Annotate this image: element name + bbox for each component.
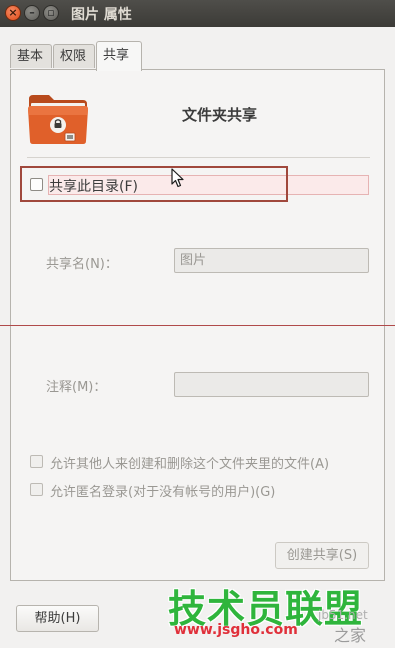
tab-basic[interactable]: 基本 [10,44,52,68]
watermark-partial-site: jb51.net [318,608,368,622]
allow-others-checkbox[interactable] [30,455,43,468]
watermark-partial-home: 之家 [334,626,367,645]
help-button[interactable]: 帮助(H) [16,605,99,632]
window-title: 图片 属性 [71,7,132,23]
allow-guest-label: 允许匿名登录(对于没有帐号的用户)(G) [50,485,276,500]
create-share-button[interactable]: 创建共享(S) [275,542,369,569]
folder-share-icon [28,95,88,144]
share-name-field[interactable]: 图片 [174,248,369,273]
maximize-window-button[interactable]: ▫ [43,5,59,21]
share-name-label: 共享名(N)： [46,257,118,272]
comment-label: 注释(M)： [46,380,107,395]
tab-permissions[interactable]: 权限 [53,44,95,68]
title-bar: × – ▫ 图片 属性 [0,0,395,27]
allow-others-label: 允许其他人来创建和删除这个文件夹里的文件(A) [50,457,330,472]
close-window-button[interactable]: × [5,5,21,21]
tab-share[interactable]: 共享 [96,41,142,71]
folder-sharing-heading: 文件夹共享 [182,106,258,124]
mouse-cursor-icon [171,168,184,188]
watermark: 技术员联盟 jb51.net www.jsgho.com 之家 [162,578,395,648]
allow-guest-checkbox[interactable] [30,483,43,496]
share-folder-checkbox[interactable] [30,178,43,191]
comment-field[interactable] [174,372,369,397]
annotation-divider-line [0,325,395,326]
watermark-url: www.jsgho.com [174,622,298,638]
heading-separator [27,157,370,158]
minimize-window-button[interactable]: – [24,5,40,21]
share-folder-label[interactable]: 共享此目录(F) [49,176,138,196]
